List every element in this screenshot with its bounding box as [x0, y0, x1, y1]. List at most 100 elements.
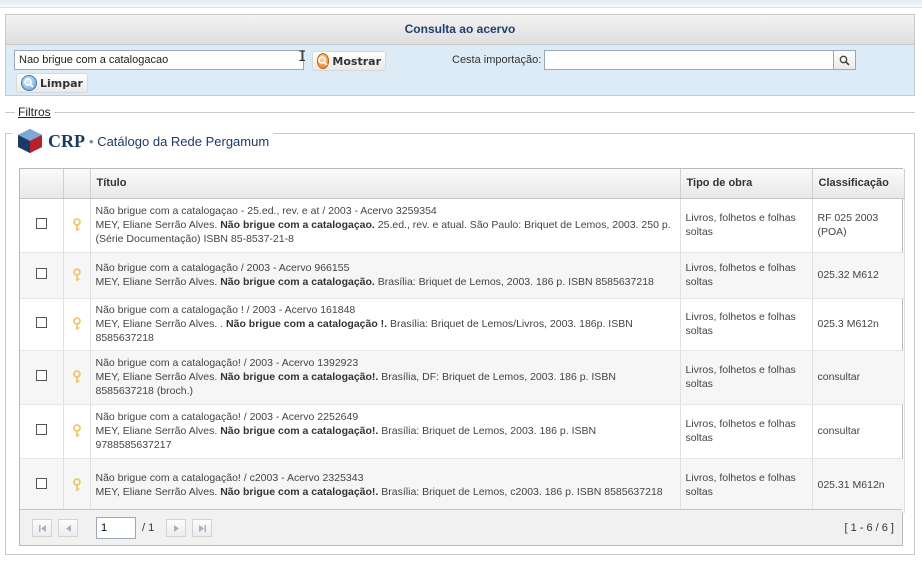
- header-classification[interactable]: Classificação: [812, 169, 905, 199]
- next-page-button[interactable]: [166, 519, 186, 537]
- header-title[interactable]: Título: [90, 169, 681, 199]
- row-reference: MEY, Eliane Serrão Alves. Não brigue com…: [95, 425, 597, 451]
- magnifier-orange-icon: [317, 53, 330, 69]
- table-row[interactable]: Não brigue com a catalogação! / 2003 - A…: [20, 404, 905, 459]
- prev-page-icon: [65, 524, 71, 532]
- row-classification: consultar: [812, 350, 905, 405]
- row-classification: consultar: [812, 404, 905, 459]
- table-row[interactable]: Não brigue com a catalogaçao - 25.ed., r…: [20, 198, 905, 253]
- header-icon: [63, 169, 91, 199]
- row-type: Livros, folhetos e folhas soltas: [680, 252, 813, 299]
- row-check-cell: [20, 350, 64, 405]
- row-check-cell: [20, 458, 64, 513]
- search-panel: I Mostrar Limpar Cesta importação:: [5, 44, 915, 96]
- row-title-cell: Não brigue com a catalogação ! / 2003 - …: [90, 298, 681, 351]
- clear-button-label: Limpar: [40, 76, 83, 90]
- show-button[interactable]: Mostrar: [312, 51, 386, 71]
- row-reference: MEY, Eliane Serrão Alves. Não brigue com…: [95, 276, 654, 288]
- row-checkbox[interactable]: [35, 423, 47, 435]
- next-page-icon: [173, 524, 179, 532]
- row-title-link[interactable]: Não brigue com a catalogação! / 2003 - A…: [96, 410, 675, 424]
- page-input[interactable]: [96, 517, 136, 539]
- page-total: / 1: [142, 522, 155, 534]
- header-type[interactable]: Tipo de obra: [680, 169, 813, 199]
- filters-link[interactable]: Filtros: [15, 105, 54, 119]
- cesta-input[interactable]: [544, 50, 834, 70]
- row-classification: RF 025 2003 (POA): [812, 198, 905, 253]
- page-title: Consulta ao acervo: [5, 14, 915, 44]
- text-cursor-icon: I: [298, 49, 307, 65]
- first-page-button[interactable]: [32, 519, 52, 537]
- filters-divider: [5, 112, 915, 113]
- result-range: [ 1 - 6 / 6 ]: [844, 522, 894, 534]
- row-checkbox[interactable]: [35, 217, 47, 229]
- row-classification: 025.3 M612n: [812, 298, 905, 351]
- header-check: [20, 169, 64, 199]
- row-title-link[interactable]: Não brigue com a catalogação! / 2003 - A…: [96, 356, 675, 370]
- catalog-logo-text: CRP: [48, 130, 85, 151]
- results-table: Título Tipo de obra Classificação Não br…: [19, 168, 905, 546]
- row-title-cell: Não brigue com a catalogação! / c2003 - …: [90, 458, 681, 513]
- key-icon[interactable]: [72, 317, 82, 331]
- key-icon[interactable]: [72, 218, 82, 232]
- row-check-cell: [20, 404, 64, 459]
- crp-shield-icon: [18, 129, 42, 153]
- first-page-icon: [38, 524, 46, 532]
- prev-page-button[interactable]: [58, 519, 78, 537]
- row-check-cell: [20, 198, 64, 253]
- last-page-button[interactable]: [192, 519, 212, 537]
- table-header-row: Título Tipo de obra Classificação: [20, 169, 905, 199]
- row-classification: 025.32 M612: [812, 252, 905, 299]
- row-icon-cell: [63, 350, 91, 405]
- row-title-cell: Não brigue com a catalogação / 2003 - Ac…: [90, 252, 681, 299]
- row-reference: MEY, Eliane Serrão Alves. Não brigue com…: [95, 371, 616, 397]
- row-type: Livros, folhetos e folhas soltas: [680, 298, 813, 351]
- row-title-link[interactable]: Não brigue com a catalogação ! / 2003 - …: [96, 303, 675, 317]
- row-title-link[interactable]: Não brigue com a catalogaçao - 25.ed., r…: [96, 204, 675, 218]
- key-icon[interactable]: [72, 424, 82, 438]
- magnifier-blue-icon: [21, 75, 37, 91]
- row-title-cell: Não brigue com a catalogação! / 2003 - A…: [90, 350, 681, 405]
- key-icon[interactable]: [72, 370, 82, 384]
- pager: / 1 [ 1 - 6 / 6 ]: [20, 509, 902, 545]
- row-checkbox[interactable]: [35, 267, 47, 279]
- row-icon-cell: [63, 404, 91, 459]
- table-row[interactable]: Não brigue com a catalogação ! / 2003 - …: [20, 298, 905, 351]
- row-type: Livros, folhetos e folhas soltas: [680, 350, 813, 405]
- magnifier-icon: [839, 55, 850, 66]
- catalog-logo: CRP • Catálogo da Rede Pergamum: [12, 125, 274, 157]
- row-checkbox[interactable]: [35, 316, 47, 328]
- row-reference: MEY, Eliane Serrão Alves. Não brigue com…: [95, 486, 663, 498]
- catalog-name: • Catálogo da Rede Pergamum: [89, 133, 270, 149]
- row-icon-cell: [63, 298, 91, 351]
- row-reference: MEY, Eliane Serrão Alves. Não brigue com…: [95, 219, 671, 245]
- row-checkbox[interactable]: [35, 477, 47, 489]
- row-type: Livros, folhetos e folhas soltas: [680, 404, 813, 459]
- row-type: Livros, folhetos e folhas soltas: [680, 458, 813, 513]
- row-check-cell: [20, 298, 64, 351]
- row-title-link[interactable]: Não brigue com a catalogação / 2003 - Ac…: [96, 261, 675, 275]
- search-input[interactable]: [14, 50, 304, 70]
- row-title-cell: Não brigue com a catalogação! / 2003 - A…: [90, 404, 681, 459]
- show-button-label: Mostrar: [332, 54, 381, 68]
- row-check-cell: [20, 252, 64, 299]
- top-strip: [0, 0, 922, 8]
- table-row[interactable]: Não brigue com a catalogação! / 2003 - A…: [20, 350, 905, 405]
- last-page-icon: [198, 524, 206, 532]
- row-reference: MEY, Eliane Serrão Alves. . Não brigue c…: [95, 318, 633, 344]
- row-title-link[interactable]: Não brigue com a catalogação! / c2003 - …: [96, 471, 675, 485]
- row-icon-cell: [63, 252, 91, 299]
- row-title-cell: Não brigue com a catalogaçao - 25.ed., r…: [90, 198, 681, 253]
- key-icon[interactable]: [72, 268, 82, 282]
- cesta-search-button[interactable]: [834, 50, 856, 70]
- row-classification: 025.31 M612n: [812, 458, 905, 513]
- row-checkbox[interactable]: [35, 369, 47, 381]
- row-type: Livros, folhetos e folhas soltas: [680, 198, 813, 253]
- clear-button[interactable]: Limpar: [16, 73, 88, 93]
- table-row[interactable]: Não brigue com a catalogação / 2003 - Ac…: [20, 252, 905, 299]
- row-icon-cell: [63, 198, 91, 253]
- table-row[interactable]: Não brigue com a catalogação! / c2003 - …: [20, 458, 905, 513]
- key-icon[interactable]: [72, 478, 82, 492]
- row-icon-cell: [63, 458, 91, 513]
- cesta-label: Cesta importação:: [452, 54, 542, 66]
